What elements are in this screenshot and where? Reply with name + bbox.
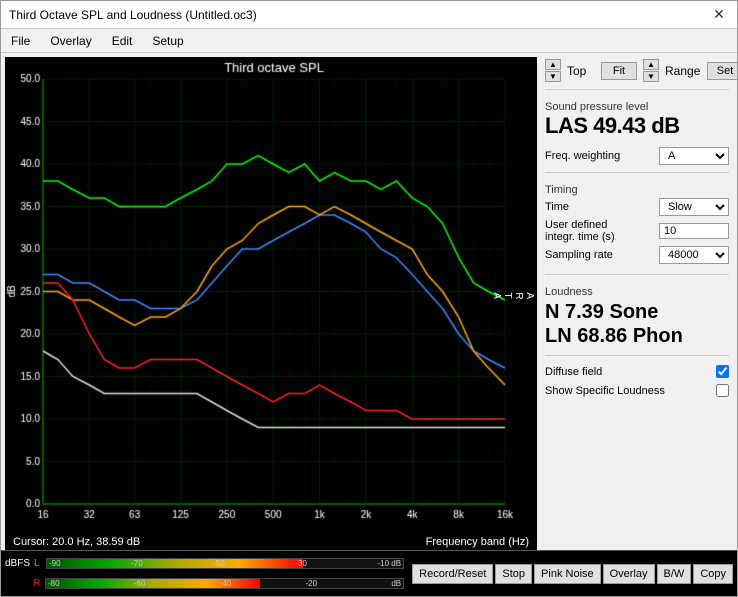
tick-10-db: -10 dB: [378, 559, 402, 568]
bottom-bar: dBFS L -90 -70 -50 -30 -10 dB R: [1, 550, 737, 596]
time-select[interactable]: Slow Fast Impulse: [659, 198, 729, 216]
copy-button[interactable]: Copy: [693, 564, 733, 584]
time-label: Time: [545, 201, 659, 213]
cursor-text: Cursor: 20.0 Hz, 38.59 dB: [13, 536, 140, 548]
set-button[interactable]: Set: [707, 62, 737, 80]
integr-label: User definedintegr. time (s): [545, 219, 659, 243]
close-button[interactable]: ✕: [709, 5, 729, 25]
spl-label: Sound pressure level: [545, 101, 729, 113]
bottom-buttons: Record/Reset Stop Pink Noise Overlay B/W…: [408, 551, 737, 596]
main-content: ARTA Cursor: 20.0 Hz, 38.59 dB Frequency…: [1, 53, 737, 550]
diffuse-field-row: Diffuse field: [545, 365, 729, 378]
diffuse-field-checkbox[interactable]: [716, 365, 729, 378]
diffuse-field-label: Diffuse field: [545, 366, 602, 378]
divider4: [545, 355, 729, 356]
divider2: [545, 172, 729, 173]
freq-weighting-label: Freq. weighting: [545, 150, 620, 162]
menu-edit[interactable]: Edit: [106, 32, 139, 50]
top-spinner: ▲ ▼: [545, 59, 561, 82]
show-specific-label: Show Specific Loudness: [545, 385, 665, 397]
tick2-db: dB: [391, 579, 401, 588]
time-row: Time Slow Fast Impulse: [545, 198, 729, 216]
integr-input[interactable]: 10: [659, 223, 729, 239]
spl-value: LAS 49.43 dB: [545, 113, 729, 139]
menu-bar: File Overlay Edit Setup: [1, 29, 737, 53]
divider1: [545, 89, 729, 90]
top-down-btn[interactable]: ▼: [545, 71, 561, 82]
title-bar: Third Octave SPL and Loudness (Untitled.…: [1, 1, 737, 29]
timing-section: Timing Time Slow Fast Impulse User defin…: [545, 184, 729, 267]
record-reset-button[interactable]: Record/Reset: [412, 564, 493, 584]
integr-row: User definedintegr. time (s) 10: [545, 219, 729, 243]
loudness-header: Loudness: [545, 286, 729, 298]
show-specific-checkbox[interactable]: [716, 384, 729, 397]
range-up-btn[interactable]: ▲: [643, 59, 659, 70]
overlay-button[interactable]: Overlay: [603, 564, 655, 584]
top-range-controls: ▲ ▼ Top Fit ▲ ▼ Range Set: [545, 59, 729, 82]
spl-section: Sound pressure level LAS 49.43 dB: [545, 101, 729, 139]
menu-overlay[interactable]: Overlay: [44, 32, 97, 50]
bw-button[interactable]: B/W: [657, 564, 692, 584]
sampling-row: Sampling rate 44100 48000 96000: [545, 246, 729, 264]
top-up-btn[interactable]: ▲: [545, 59, 561, 70]
sampling-label: Sampling rate: [545, 249, 659, 261]
sampling-select[interactable]: 44100 48000 96000: [659, 246, 729, 264]
dbfs-label: dBFS: [5, 558, 30, 569]
loudness-n-value: N 7.39 Sone: [545, 300, 729, 324]
menu-setup[interactable]: Setup: [146, 32, 189, 50]
range-label: Range: [665, 64, 701, 78]
l-channel-label: L: [34, 558, 42, 569]
freq-band-label: Frequency band (Hz): [426, 536, 529, 548]
stop-button[interactable]: Stop: [495, 564, 532, 584]
top-label: Top: [567, 64, 595, 78]
menu-file[interactable]: File: [5, 32, 36, 50]
loudness-ln-value: LN 68.86 Phon: [545, 324, 729, 348]
timing-header: Timing: [545, 184, 729, 196]
pink-noise-button[interactable]: Pink Noise: [534, 564, 601, 584]
freq-weighting-row: Freq. weighting A B C Z: [545, 147, 729, 165]
freq-weighting-select[interactable]: A B C Z: [659, 147, 729, 165]
fit-button[interactable]: Fit: [601, 62, 637, 80]
r-channel-label: R: [33, 578, 41, 589]
divider3: [545, 274, 729, 275]
window-title: Third Octave SPL and Loudness (Untitled.…: [9, 8, 257, 22]
arta-label: ARTA: [491, 292, 535, 299]
right-panel: ▲ ▼ Top Fit ▲ ▼ Range Set Sound pressure…: [537, 53, 737, 550]
show-specific-row: Show Specific Loudness: [545, 384, 729, 397]
tick2-20: -20: [305, 579, 317, 588]
range-spinner: ▲ ▼: [643, 59, 659, 82]
main-window: Third Octave SPL and Loudness (Untitled.…: [0, 0, 738, 597]
cursor-info: Cursor: 20.0 Hz, 38.59 dB Frequency band…: [5, 534, 537, 550]
range-down-btn[interactable]: ▼: [643, 71, 659, 82]
loudness-section: Loudness N 7.39 Sone LN 68.86 Phon: [545, 286, 729, 348]
